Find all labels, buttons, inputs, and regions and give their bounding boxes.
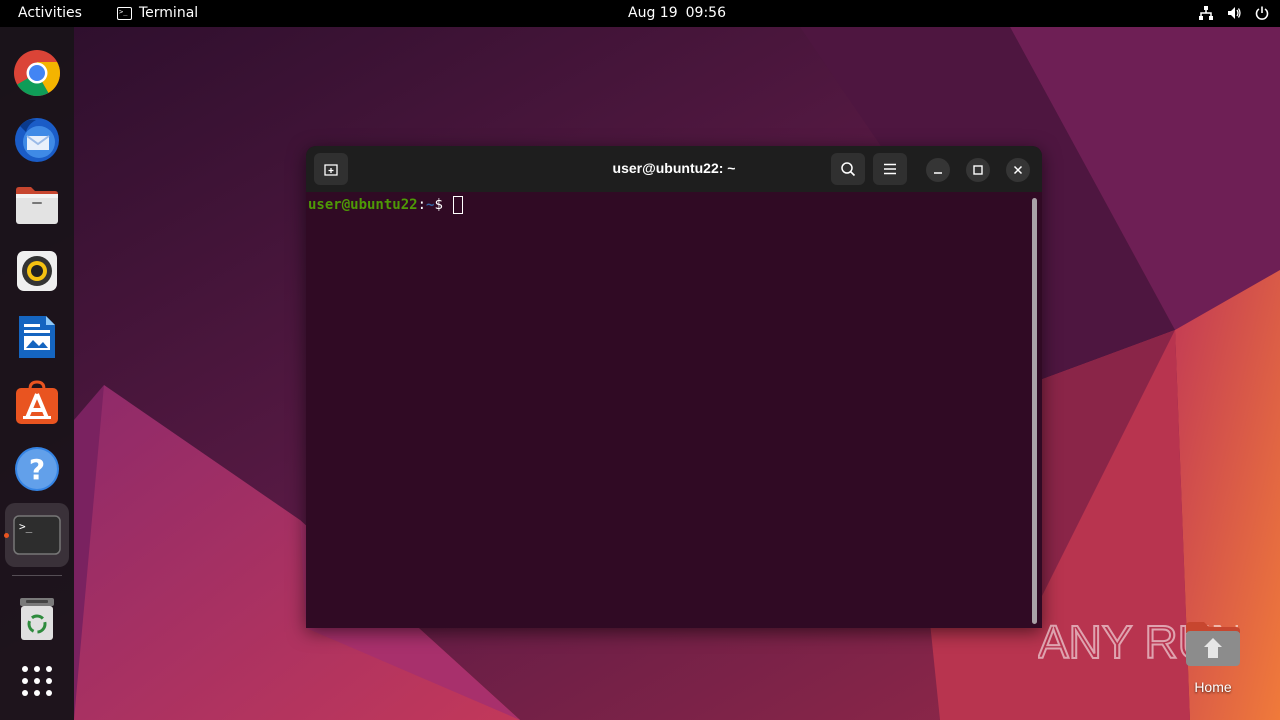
files-icon [16, 187, 58, 224]
hamburger-icon [884, 163, 896, 175]
search-button[interactable] [831, 153, 865, 185]
search-icon [841, 162, 856, 177]
home-folder-icon[interactable] [1184, 620, 1242, 668]
dock-writer[interactable] [10, 310, 64, 364]
prompt-path: ~ [426, 197, 435, 213]
running-indicator [4, 533, 9, 538]
show-apps-button[interactable] [10, 654, 64, 708]
home-folder-label[interactable]: Home [1172, 679, 1254, 695]
terminal-window[interactable]: user@ubuntu22: ~ user@ubuntu22: ~ $ [306, 146, 1042, 628]
terminal-output[interactable]: user@ubuntu22: ~ $ [306, 192, 1042, 628]
dock-terminal[interactable]: >_ [5, 503, 69, 567]
svg-text:?: ? [29, 453, 45, 486]
grid-icon [22, 666, 52, 696]
system-tray[interactable] [1198, 5, 1270, 21]
writer-icon [19, 316, 55, 358]
clock-date: Aug 19 [628, 5, 678, 21]
prompt-line: user@ubuntu22: ~ $ [308, 196, 464, 214]
menu-button[interactable] [873, 153, 907, 185]
top-bar: Activities >_ Terminal Aug 19 09:56 [0, 0, 1280, 27]
dock-thunderbird[interactable] [10, 112, 64, 166]
svg-text:>_: >_ [19, 520, 33, 533]
dock: ? >_ [0, 27, 74, 720]
prompt-user: user@ubuntu22 [308, 197, 418, 213]
dock-trash[interactable] [10, 592, 64, 646]
power-icon [1255, 6, 1269, 20]
close-icon [1013, 165, 1023, 175]
minimize-button[interactable] [926, 158, 950, 182]
dock-chrome[interactable] [10, 46, 64, 100]
dock-rhythmbox[interactable] [10, 244, 64, 298]
text-cursor [453, 196, 464, 214]
rhythmbox-icon [17, 251, 57, 291]
minimize-icon [934, 172, 942, 174]
maximize-icon [973, 165, 983, 175]
dock-separator [12, 575, 62, 576]
trash-icon [20, 598, 54, 640]
dock-help[interactable]: ? [10, 442, 64, 496]
prompt-separator: : [417, 197, 427, 213]
thunderbird-icon [15, 118, 59, 162]
volume-icon [1228, 7, 1241, 19]
network-icon [1199, 6, 1213, 20]
terminal-icon: >_ [13, 515, 61, 555]
dock-software[interactable] [10, 376, 64, 430]
help-icon: ? [15, 447, 59, 491]
clock-time: 09:56 [685, 5, 726, 21]
maximize-button[interactable] [966, 158, 990, 182]
software-icon [16, 380, 58, 424]
chrome-icon [14, 50, 60, 96]
prompt-symbol: $ [434, 197, 452, 213]
clock[interactable]: Aug 19 09:56 [0, 5, 1280, 21]
close-button[interactable] [1006, 158, 1030, 182]
scrollbar[interactable] [1032, 198, 1037, 624]
terminal-headerbar[interactable]: user@ubuntu22: ~ [306, 146, 1042, 192]
dock-files[interactable] [10, 178, 64, 232]
